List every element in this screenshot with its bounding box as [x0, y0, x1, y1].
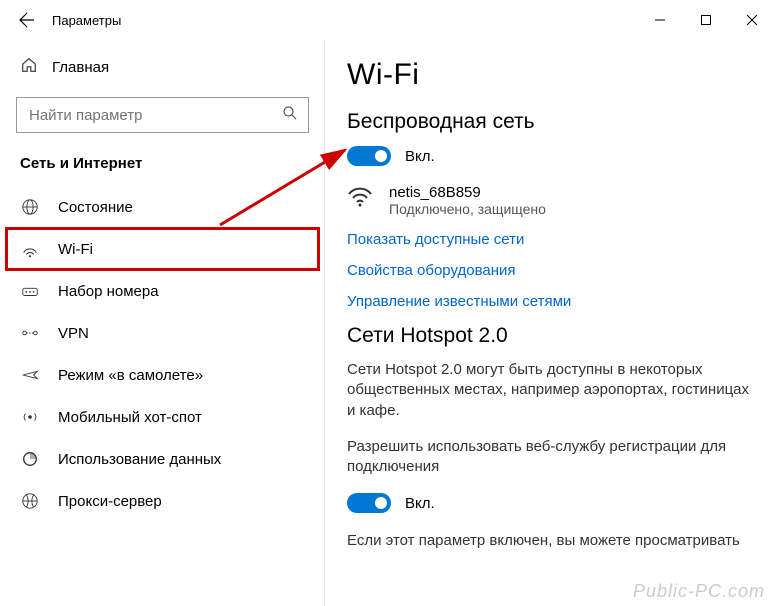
sidebar-item-label: Набор номера [58, 283, 159, 300]
sidebar-home[interactable]: Главная [0, 48, 325, 91]
data-usage-icon [20, 450, 40, 468]
globe-icon [20, 198, 40, 216]
sidebar-section-title: Сеть и Интернет [0, 151, 325, 186]
sidebar-item-hotspot[interactable]: Мобильный хот-спот [0, 396, 325, 438]
sidebar-item-data-usage[interactable]: Использование данных [0, 438, 325, 480]
sidebar-item-label: Использование данных [58, 451, 221, 468]
link-hardware-properties[interactable]: Свойства оборудования [347, 262, 753, 279]
hotspot-icon [20, 408, 40, 426]
content-area: Wi-Fi Беспроводная сеть Вкл. netis_68B85… [325, 40, 775, 606]
sidebar-item-vpn[interactable]: VPN [0, 312, 325, 354]
maximize-button[interactable] [683, 4, 729, 36]
back-button[interactable] [12, 5, 42, 35]
dial-icon [20, 282, 40, 300]
vpn-icon [20, 324, 40, 342]
wifi-signal-icon [347, 184, 373, 212]
page-title: Wi-Fi [347, 58, 753, 92]
sidebar-item-status[interactable]: Состояние [0, 186, 325, 228]
arrow-left-icon [19, 12, 35, 28]
sidebar-item-wifi[interactable]: Wi-Fi [6, 228, 319, 270]
hotspot-section-header: Сети Hotspot 2.0 [347, 324, 753, 348]
sidebar-item-label: Состояние [58, 199, 133, 216]
sidebar-item-proxy[interactable]: Прокси-сервер [0, 480, 325, 522]
hotspot-toggle-label: Вкл. [405, 495, 435, 512]
hotspot-description: Сети Hotspot 2.0 могут быть доступны в н… [347, 360, 753, 421]
maximize-icon [701, 15, 711, 25]
title-bar: Параметры [0, 0, 775, 40]
wifi-icon [20, 240, 40, 258]
wifi-toggle[interactable] [347, 146, 391, 166]
sidebar-item-label: Прокси-сервер [58, 493, 162, 510]
wifi-toggle-label: Вкл. [405, 148, 435, 165]
hotspot-toggle[interactable] [347, 493, 391, 513]
wireless-section-header: Беспроводная сеть [347, 110, 753, 134]
hotspot-permission-text: Разрешить использовать веб-службу регист… [347, 437, 753, 478]
link-known-networks[interactable]: Управление известными сетями [347, 293, 753, 310]
search-icon [282, 105, 298, 126]
window-title: Параметры [52, 13, 121, 28]
close-icon [747, 15, 757, 25]
final-text: Если этот параметр включен, вы можете пр… [347, 531, 753, 551]
sidebar-item-label: VPN [58, 325, 89, 342]
close-button[interactable] [729, 4, 775, 36]
sidebar-item-label: Wi-Fi [58, 241, 93, 258]
sidebar: Главная Сеть и Интернет Состояние Wi-Fi … [0, 40, 325, 606]
home-icon [20, 56, 38, 79]
minimize-icon [655, 15, 665, 25]
search-input[interactable] [27, 106, 282, 125]
minimize-button[interactable] [637, 4, 683, 36]
proxy-icon [20, 492, 40, 510]
network-status: Подключено, защищено [389, 201, 546, 217]
sidebar-item-label: Мобильный хот-спот [58, 409, 202, 426]
watermark: Public-PC.com [633, 581, 765, 602]
sidebar-item-dialup[interactable]: Набор номера [0, 270, 325, 312]
sidebar-item-airplane[interactable]: Режим «в самолете» [0, 354, 325, 396]
network-name: netis_68B859 [389, 184, 546, 201]
airplane-icon [20, 366, 40, 384]
current-network[interactable]: netis_68B859 Подключено, защищено [347, 184, 753, 217]
sidebar-item-label: Режим «в самолете» [58, 367, 203, 384]
search-input-container[interactable] [16, 97, 309, 133]
link-show-networks[interactable]: Показать доступные сети [347, 231, 753, 248]
sidebar-home-label: Главная [52, 59, 109, 76]
